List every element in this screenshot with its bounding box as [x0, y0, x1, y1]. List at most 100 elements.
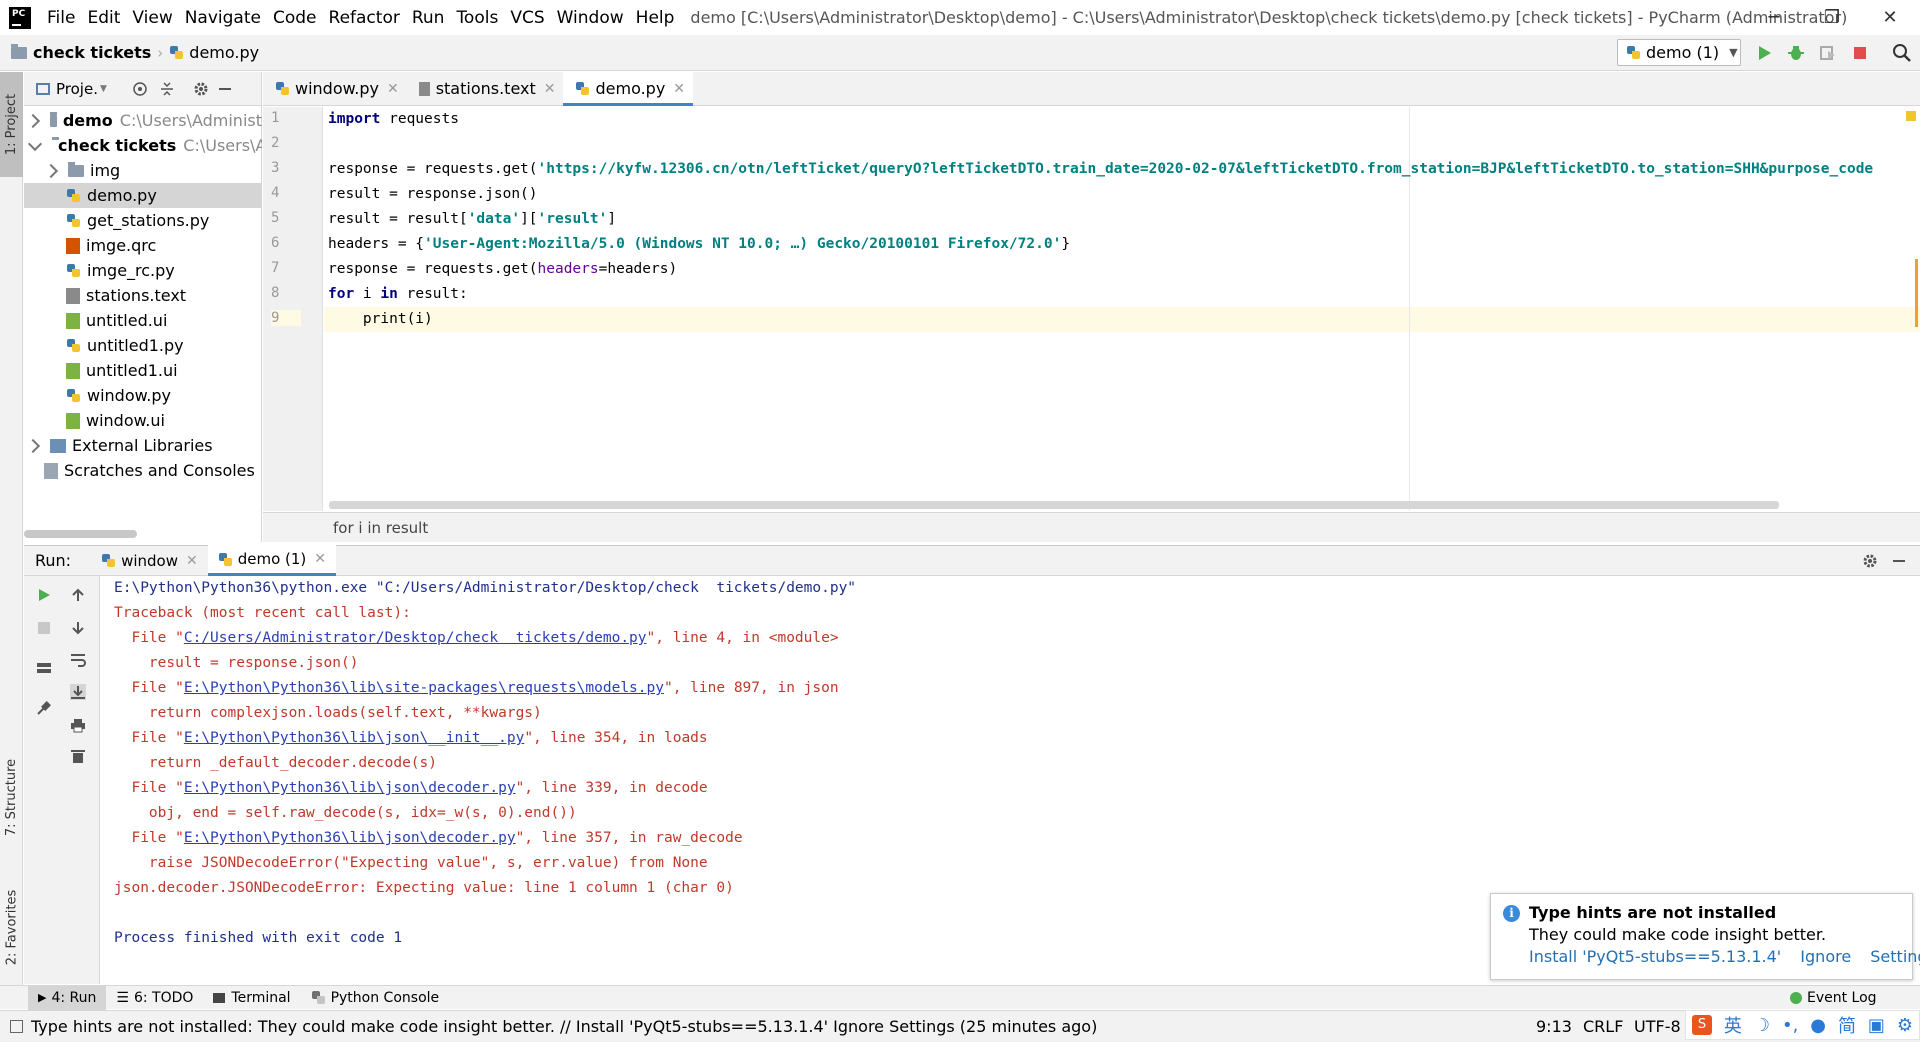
print-icon[interactable]	[70, 717, 86, 733]
chevron-right-icon[interactable]	[25, 113, 41, 128]
tree-item-external-libraries[interactable]: External Libraries	[24, 433, 262, 458]
scroll-to-end-icon[interactable]	[70, 684, 86, 700]
menu-run[interactable]: Run	[406, 8, 451, 28]
caret-position[interactable]: 9:13	[1536, 1017, 1572, 1036]
traceback-link[interactable]: C:/Users/Administrator/Desktop/check tic…	[184, 630, 647, 646]
down-arrow-icon[interactable]	[70, 620, 86, 636]
ime-language-toggle[interactable]: 英	[1724, 1012, 1742, 1038]
close-icon[interactable]: ✕	[387, 81, 399, 97]
tool-tab-python-console[interactable]: Python Console	[301, 986, 450, 1010]
editor-horizontal-scrollbar[interactable]	[329, 501, 1779, 509]
tab-stations-text[interactable]: stations.text ✕	[407, 72, 564, 105]
gear-icon[interactable]	[193, 81, 209, 97]
file-encoding[interactable]: UTF-8	[1634, 1017, 1681, 1036]
collapse-all-icon[interactable]	[159, 81, 175, 97]
breadcrumb-file[interactable]: demo.py	[169, 43, 259, 62]
line-separator[interactable]: CRLF	[1583, 1017, 1623, 1036]
toolbox-icon[interactable]: ▣	[1868, 1015, 1885, 1036]
tool-tab-event-log[interactable]: Event Log	[1780, 986, 1887, 1010]
settings-link[interactable]: Settings	[1870, 947, 1920, 966]
install-stubs-link[interactable]: Install 'PyQt5-stubs==5.13.1.4'	[1529, 947, 1781, 966]
stop-icon[interactable]	[1850, 43, 1870, 63]
punctuation-icon[interactable]: •,	[1782, 1015, 1798, 1036]
tree-item-get-stations-py[interactable]: get_stations.py	[24, 208, 262, 233]
pin-icon[interactable]	[36, 700, 52, 716]
tree-item-untitled1-py[interactable]: untitled1.py	[24, 333, 262, 358]
debug-icon[interactable]	[1786, 43, 1806, 63]
coverage-icon[interactable]	[1818, 43, 1838, 63]
tree-item-window-py[interactable]: window.py	[24, 383, 262, 408]
up-arrow-icon[interactable]	[70, 587, 86, 603]
layout-icon[interactable]	[36, 660, 52, 676]
warning-marker-icon[interactable]	[1906, 111, 1916, 121]
hide-panel-icon[interactable]	[219, 88, 231, 90]
close-window-button[interactable]: ✕	[1861, 0, 1919, 35]
tree-item-check-tickets[interactable]: check tickets C:\Users\A	[24, 133, 262, 158]
project-view-select[interactable]: Proje.	[56, 80, 98, 98]
traceback-link[interactable]: E:\Python\Python36\lib\json\decoder.py	[184, 780, 516, 796]
tree-item-demo-py[interactable]: demo.py	[24, 183, 262, 208]
tree-item-stations-text[interactable]: stations.text	[24, 283, 262, 308]
close-icon[interactable]: ✕	[314, 551, 326, 567]
stop-icon[interactable]	[36, 620, 52, 636]
ime-settings-icon[interactable]: ⚙	[1897, 1015, 1913, 1036]
status-message[interactable]: Type hints are not installed: They could…	[31, 1017, 1097, 1036]
chevron-down-icon[interactable]	[27, 136, 43, 151]
tree-item-img[interactable]: img	[24, 158, 262, 183]
run-tab-window[interactable]: window ✕	[91, 552, 208, 570]
locate-icon[interactable]	[132, 81, 148, 97]
tree-item-demo[interactable]: demo C:\Users\Administ	[24, 108, 262, 133]
menu-tools[interactable]: Tools	[450, 8, 504, 28]
horizontal-scrollbar[interactable]	[24, 530, 137, 538]
ime-logo-icon[interactable]: S	[1691, 1015, 1712, 1035]
hide-panel-icon[interactable]	[1893, 560, 1905, 562]
menu-edit[interactable]: Edit	[81, 8, 126, 28]
maximize-button[interactable]: ❐	[1803, 0, 1861, 35]
run-tab-demo-1[interactable]: demo (1) ✕	[207, 545, 337, 576]
ignore-link[interactable]: Ignore	[1800, 947, 1851, 966]
moon-icon[interactable]: ☽	[1754, 1015, 1770, 1036]
close-icon[interactable]: ✕	[186, 553, 198, 569]
stripe-tab-favorites[interactable]: 2: Favorites	[0, 872, 23, 982]
menu-window[interactable]: Window	[551, 8, 630, 28]
menu-view[interactable]: View	[126, 8, 178, 28]
menu-vcs[interactable]: VCS	[504, 8, 550, 28]
menu-file[interactable]: File	[41, 8, 81, 28]
chevron-right-icon[interactable]	[25, 438, 41, 453]
menu-navigate[interactable]: Navigate	[179, 8, 267, 28]
run-config-select[interactable]: demo (1) ▼	[1617, 39, 1741, 66]
tree-item-window-ui[interactable]: window.ui	[24, 408, 262, 433]
traceback-link[interactable]: E:\Python\Python36\lib\json\decoder.py	[184, 830, 516, 846]
menu-refactor[interactable]: Refactor	[323, 8, 406, 28]
trash-icon[interactable]	[70, 748, 86, 764]
tree-item-scratches-and-consoles[interactable]: Scratches and Consoles	[24, 458, 262, 483]
minimize-button[interactable]: ─	[1745, 0, 1803, 35]
tree-item-untitled1-ui[interactable]: untitled1.ui	[24, 358, 262, 383]
run-icon[interactable]	[1754, 43, 1774, 63]
rerun-icon[interactable]	[36, 587, 52, 603]
close-icon[interactable]: ✕	[673, 81, 685, 97]
user-icon[interactable]: ●	[1810, 1015, 1826, 1036]
breadcrumb-project[interactable]: check tickets	[11, 43, 151, 62]
stripe-tab-structure[interactable]: 7: Structure	[0, 742, 23, 852]
tool-tab-todo[interactable]: ☰ 6: TODO	[106, 986, 203, 1010]
stripe-tab-project[interactable]: 1: Project	[0, 72, 23, 177]
chevron-down-icon[interactable]: ▼	[100, 84, 107, 94]
tool-tab-run[interactable]: ▶ 4: Run	[28, 985, 107, 1010]
tree-item-untitled-ui[interactable]: untitled.ui	[24, 308, 262, 333]
ime-simplified-toggle[interactable]: 简	[1838, 1012, 1856, 1038]
menu-code[interactable]: Code	[267, 8, 323, 28]
chevron-right-icon[interactable]	[43, 163, 59, 178]
traceback-link[interactable]: E:\Python\Python36\lib\site-packages\req…	[184, 680, 664, 696]
code-editor[interactable]: import requests response = requests.get(…	[324, 107, 1920, 511]
tree-item-imge-qrc[interactable]: imge.qrc	[24, 233, 262, 258]
editor-breadcrumb[interactable]: for i in result	[263, 512, 1920, 542]
close-icon[interactable]: ✕	[544, 81, 556, 97]
menu-help[interactable]: Help	[630, 8, 681, 28]
tab-demo-py[interactable]: demo.py ✕	[563, 72, 694, 106]
tool-tab-terminal[interactable]: Terminal	[203, 986, 300, 1010]
toggle-tool-windows-icon[interactable]	[10, 1020, 23, 1033]
traceback-link[interactable]: E:\Python\Python36\lib\json\__init__.py	[184, 730, 524, 746]
tree-item-imge-rc-py[interactable]: imge_rc.py	[24, 258, 262, 283]
gear-icon[interactable]	[1862, 553, 1878, 569]
